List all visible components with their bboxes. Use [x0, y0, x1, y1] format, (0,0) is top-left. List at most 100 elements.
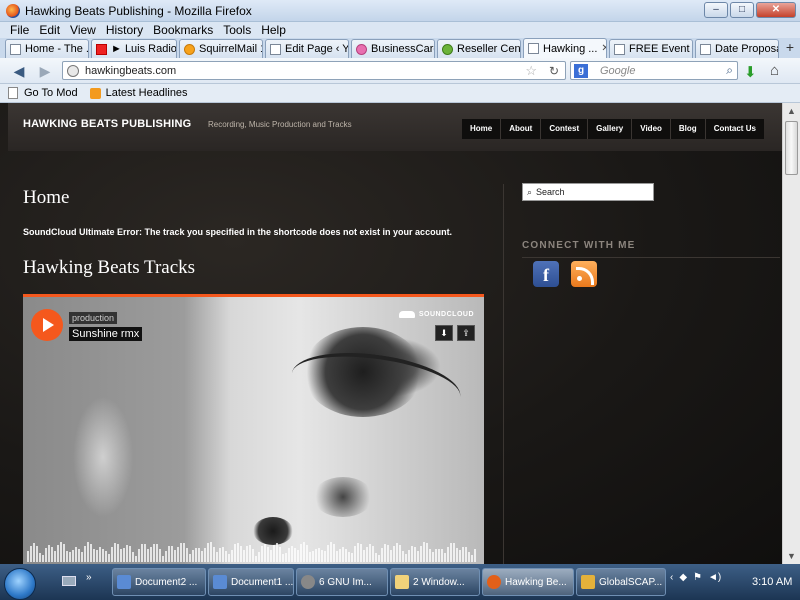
- tab-squirrelmail[interactable]: SquirrelMail 1...: [179, 39, 263, 58]
- tab-home[interactable]: Home - The ...: [5, 39, 89, 58]
- track-title[interactable]: Sunshine rmx: [69, 327, 143, 341]
- bookmark-label: Latest Headlines: [105, 87, 188, 99]
- chevron-icon[interactable]: »: [86, 572, 92, 583]
- google-icon[interactable]: g: [574, 63, 588, 78]
- sidebar-search-input[interactable]: ⌕ Search: [522, 183, 654, 201]
- waveform-bar: [441, 549, 443, 562]
- volume-icon[interactable]: ◄): [708, 572, 721, 583]
- waveform-bar: [396, 543, 398, 562]
- tab-businesscard[interactable]: BusinessCard...: [351, 39, 435, 58]
- tab-edit-page[interactable]: Edit Page ‹ Y...: [265, 39, 349, 58]
- nav-video[interactable]: Video: [631, 119, 670, 139]
- site-name[interactable]: HAWKING BEATS PUBLISHING: [23, 118, 191, 130]
- taskbar-item-windows[interactable]: 2 Window...: [390, 568, 480, 596]
- bookmark-latest-headlines[interactable]: Latest Headlines: [89, 87, 188, 99]
- network-icon[interactable]: ◆: [679, 572, 687, 583]
- waveform-bar: [387, 545, 389, 562]
- taskbar-item-document2[interactable]: Document2 ...: [112, 568, 206, 596]
- nav-home[interactable]: Home: [462, 119, 500, 139]
- waveform-bar: [129, 546, 131, 562]
- waveform-bar: [429, 548, 431, 562]
- nav-contact-us[interactable]: Contact Us: [704, 119, 764, 139]
- url-text: hawkingbeats.com: [85, 64, 177, 77]
- waveform-bar: [423, 542, 425, 562]
- forward-button[interactable]: ▶: [34, 61, 56, 81]
- waveform-bar: [96, 549, 98, 562]
- waveform-bar: [93, 549, 95, 562]
- tray-arrow-icon[interactable]: ‹: [670, 572, 673, 583]
- facebook-icon[interactable]: f: [533, 261, 559, 287]
- waveform-bar: [237, 542, 239, 562]
- menu-bookmarks[interactable]: Bookmarks: [153, 23, 213, 37]
- nav-about[interactable]: About: [500, 119, 540, 139]
- waveform-bar: [66, 550, 68, 562]
- url-bar[interactable]: hawkingbeats.com ☆ ↻: [62, 61, 566, 80]
- waveform-bar: [156, 544, 158, 562]
- waveform-bar: [471, 555, 473, 562]
- waveform-bar: [252, 548, 254, 562]
- tab-label: ► Luis Radio ...: [111, 43, 177, 55]
- waveform-bar: [69, 552, 71, 562]
- play-button[interactable]: [31, 309, 63, 341]
- nav-contest[interactable]: Contest: [540, 119, 587, 139]
- rss-icon[interactable]: [571, 261, 597, 287]
- tab-free-event[interactable]: FREE Event Li...: [609, 39, 693, 58]
- waveform[interactable]: [27, 540, 479, 562]
- menu-help[interactable]: Help: [261, 23, 286, 37]
- taskbar-item-globalscape[interactable]: GlobalSCAP...: [576, 568, 666, 596]
- taskbar-item-firefox[interactable]: Hawking Be...: [482, 568, 574, 596]
- flag-icon[interactable]: ⚑: [693, 572, 702, 583]
- menu-file[interactable]: File: [10, 23, 29, 37]
- gimp-icon: [301, 575, 315, 589]
- waveform-bar: [348, 552, 350, 562]
- divider: [522, 257, 780, 258]
- menu-history[interactable]: History: [106, 23, 143, 37]
- nav-gallery[interactable]: Gallery: [587, 119, 631, 139]
- bookmark-star-icon[interactable]: ☆: [525, 63, 537, 79]
- menu-tools[interactable]: Tools: [223, 23, 251, 37]
- scroll-down-icon[interactable]: ▼: [783, 548, 800, 564]
- waveform-bar: [291, 545, 293, 562]
- start-button[interactable]: [4, 568, 36, 600]
- folder-icon: [395, 575, 409, 589]
- page-scrollbar[interactable]: ▲ ▼: [782, 103, 800, 564]
- menu-view[interactable]: View: [70, 23, 96, 37]
- waveform-bar: [171, 545, 173, 562]
- track-user[interactable]: production: [69, 312, 118, 324]
- bookmark-go-to-mod[interactable]: Go To Mod: [8, 87, 78, 99]
- scroll-up-icon[interactable]: ▲: [783, 103, 800, 119]
- tab-luis-radio[interactable]: ► Luis Radio ...: [91, 39, 177, 58]
- reload-icon[interactable]: ↻: [549, 64, 559, 78]
- waveform-bar: [390, 550, 392, 562]
- reseller-icon: [442, 43, 453, 55]
- soundcloud-player[interactable]: production Sunshine rmx SOUNDCLOUD ⬇ ⇪: [23, 294, 484, 564]
- minimize-button[interactable]: –: [704, 2, 728, 18]
- waveform-bar: [63, 544, 65, 562]
- waveform-bar: [78, 548, 80, 562]
- menu-edit[interactable]: Edit: [39, 23, 60, 37]
- close-tab-icon[interactable]: ✕: [601, 43, 606, 54]
- back-button[interactable]: ◀: [8, 61, 30, 81]
- soundcloud-logo[interactable]: SOUNDCLOUD: [398, 311, 474, 318]
- clock[interactable]: 3:10 AM: [752, 576, 792, 588]
- show-desktop-icon[interactable]: [62, 576, 76, 586]
- waveform-bar: [195, 548, 197, 562]
- home-icon[interactable]: ⌂: [770, 62, 779, 79]
- waveform-bar: [318, 548, 320, 562]
- bookmarks-bar: Go To Mod Latest Headlines: [0, 84, 800, 103]
- nav-blog[interactable]: Blog: [669, 119, 705, 139]
- search-box[interactable]: g Google ⌕: [570, 61, 738, 80]
- tab-date-proposal[interactable]: Date Proposa...: [695, 39, 779, 58]
- tab-reseller[interactable]: Reseller Centr...: [437, 39, 521, 58]
- scroll-thumb[interactable]: [785, 121, 798, 175]
- taskbar-item-document1[interactable]: Document1 ...: [208, 568, 294, 596]
- close-button[interactable]: ✕: [756, 2, 796, 18]
- download-icon[interactable]: ⬇: [744, 63, 757, 81]
- search-icon[interactable]: ⌕: [726, 63, 733, 78]
- share-button[interactable]: ⇪: [457, 325, 475, 341]
- new-tab-button[interactable]: +: [781, 39, 799, 58]
- download-button[interactable]: ⬇: [435, 325, 453, 341]
- tab-hawking[interactable]: Hawking ... ✕: [523, 38, 607, 58]
- taskbar-item-gimp[interactable]: 6 GNU Im...: [296, 568, 388, 596]
- maximize-button[interactable]: □: [730, 2, 754, 18]
